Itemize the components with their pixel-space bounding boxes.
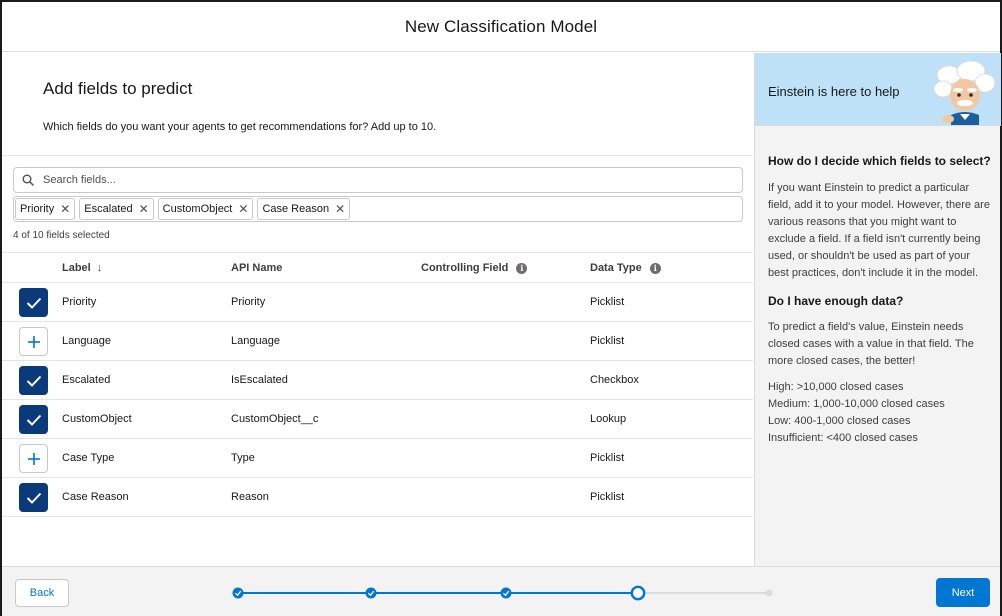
pill-customobject: CustomObject ✕: [157, 198, 254, 220]
progress-step-2-complete-icon: [365, 587, 377, 599]
data-level-medium: Medium: 1,000-10,000 closed cases: [768, 398, 945, 410]
row-data-type: Picklist: [590, 452, 625, 464]
help-answer-fields: If you want Einstein to predict a partic…: [768, 182, 990, 279]
row-api-name: Priority: [231, 296, 266, 308]
row-data-type: Checkbox: [590, 374, 639, 386]
next-button[interactable]: Next: [936, 578, 990, 607]
modal-header: New Classification Model: [2, 2, 1000, 52]
column-header-label[interactable]: Label ↓: [62, 262, 102, 274]
info-icon[interactable]: i: [516, 262, 528, 274]
row-api-name: Type: [231, 452, 255, 464]
row-api-name: Reason: [231, 491, 269, 503]
checkmark-icon: [26, 492, 41, 504]
divider: [2, 155, 753, 156]
data-levels-list: High: >10,000 closed cases Medium: 1,000…: [768, 379, 993, 447]
modal: New Classification Model Add fields to p…: [0, 0, 1002, 616]
row-data-type: Picklist: [590, 491, 625, 503]
help-banner-title: Einstein is here to help: [768, 84, 900, 99]
row-data-type: Picklist: [590, 296, 625, 308]
progress-indicator: [232, 585, 773, 601]
modal-footer: Back Next: [2, 566, 1000, 616]
selected-check-button[interactable]: [19, 405, 48, 434]
selected-check-button[interactable]: [19, 288, 48, 317]
progress-step-5-pending-icon: [765, 589, 773, 597]
fields-table: Label ↓ API Name Controlling Field i Dat…: [2, 252, 753, 517]
selected-check-button[interactable]: [19, 483, 48, 512]
table-row: Language Language Picklist: [2, 322, 753, 361]
remove-icon[interactable]: ✕: [60, 203, 70, 215]
help-answer-data: To predict a field's value, Einstein nee…: [768, 321, 974, 367]
help-sidebar: Einstein is here to help How do I decide…: [754, 53, 1001, 566]
selected-check-button[interactable]: [19, 366, 48, 395]
sort-arrow-down-icon: ↓: [96, 262, 103, 274]
remove-icon[interactable]: ✕: [238, 203, 248, 215]
add-field-button[interactable]: [19, 444, 48, 473]
checkmark-icon: [26, 414, 41, 426]
column-header-controlling-field[interactable]: Controlling Field i: [421, 262, 528, 274]
progress-step-1-complete-icon: [232, 587, 244, 599]
row-label: Priority: [62, 296, 97, 308]
selected-count: 4 of 10 fields selected: [13, 230, 110, 241]
progress-step-3-complete-icon: [500, 587, 512, 599]
row-label: Case Reason: [62, 491, 129, 503]
search-icon: [22, 174, 34, 186]
row-data-type: Lookup: [590, 413, 627, 425]
checkmark-icon: [26, 375, 41, 387]
help-question-data: Do I have enough data?: [768, 294, 904, 308]
row-label: Language: [62, 335, 111, 347]
remove-icon[interactable]: ✕: [139, 203, 149, 215]
search-input[interactable]: [43, 174, 723, 186]
einstein-mascot-icon: [933, 60, 996, 125]
row-api-name: IsEscalated: [231, 374, 288, 386]
column-header-api-name[interactable]: API Name: [231, 262, 282, 274]
pill-label: Case Reason: [262, 203, 330, 215]
row-label: CustomObject: [62, 413, 132, 425]
main-panel: Add fields to predict Which fields do yo…: [2, 53, 753, 566]
remove-icon[interactable]: ✕: [335, 203, 345, 215]
data-level-low: Low: 400-1,000 closed cases: [768, 415, 911, 427]
table-row: Priority Priority Picklist: [2, 283, 753, 322]
help-question-fields: How do I decide which fields to select?: [768, 154, 991, 168]
progress-step-4-current-icon: [630, 585, 646, 601]
pill-case-reason: Case Reason ✕: [257, 198, 351, 220]
pill-escalated: Escalated ✕: [79, 198, 154, 220]
data-level-insufficient: Insufficient: <400 closed cases: [768, 432, 918, 444]
add-field-button[interactable]: [19, 327, 48, 356]
modal-title: New Classification Model: [404, 16, 598, 36]
pill-label: CustomObject: [162, 203, 233, 215]
back-button[interactable]: Back: [15, 579, 69, 607]
pill-priority: Priority ✕: [15, 198, 76, 220]
checkmark-icon: [26, 297, 41, 309]
column-header-data-type[interactable]: Data Type i: [590, 262, 661, 274]
pill-label: Priority: [20, 203, 55, 215]
row-api-name: Language: [231, 335, 280, 347]
row-api-name: CustomObject__c: [231, 413, 319, 425]
table-row: CustomObject CustomObject__c Lookup: [2, 400, 753, 439]
search-box[interactable]: [13, 167, 743, 193]
table-row: Case Type Type Picklist: [2, 439, 753, 478]
data-level-high: High: >10,000 closed cases: [768, 381, 904, 393]
plus-icon: [27, 335, 40, 348]
help-banner: Einstein is here to help: [755, 53, 1001, 126]
table-header: Label ↓ API Name Controlling Field i Dat…: [2, 252, 753, 283]
row-label: Escalated: [62, 374, 111, 386]
selected-pills: Priority ✕ Escalated ✕ CustomObject ✕ Ca…: [13, 196, 743, 222]
pill-label: Escalated: [84, 203, 133, 215]
plus-icon: [27, 452, 40, 465]
page-title: Add fields to predict: [43, 79, 193, 98]
page-description: Which fields do you want your agents to …: [43, 121, 437, 133]
table-row: Case Reason Reason Picklist: [2, 478, 753, 517]
row-data-type: Picklist: [590, 335, 625, 347]
table-row: Escalated IsEscalated Checkbox: [2, 361, 753, 400]
row-label: Case Type: [62, 452, 115, 464]
info-icon[interactable]: i: [649, 262, 661, 274]
